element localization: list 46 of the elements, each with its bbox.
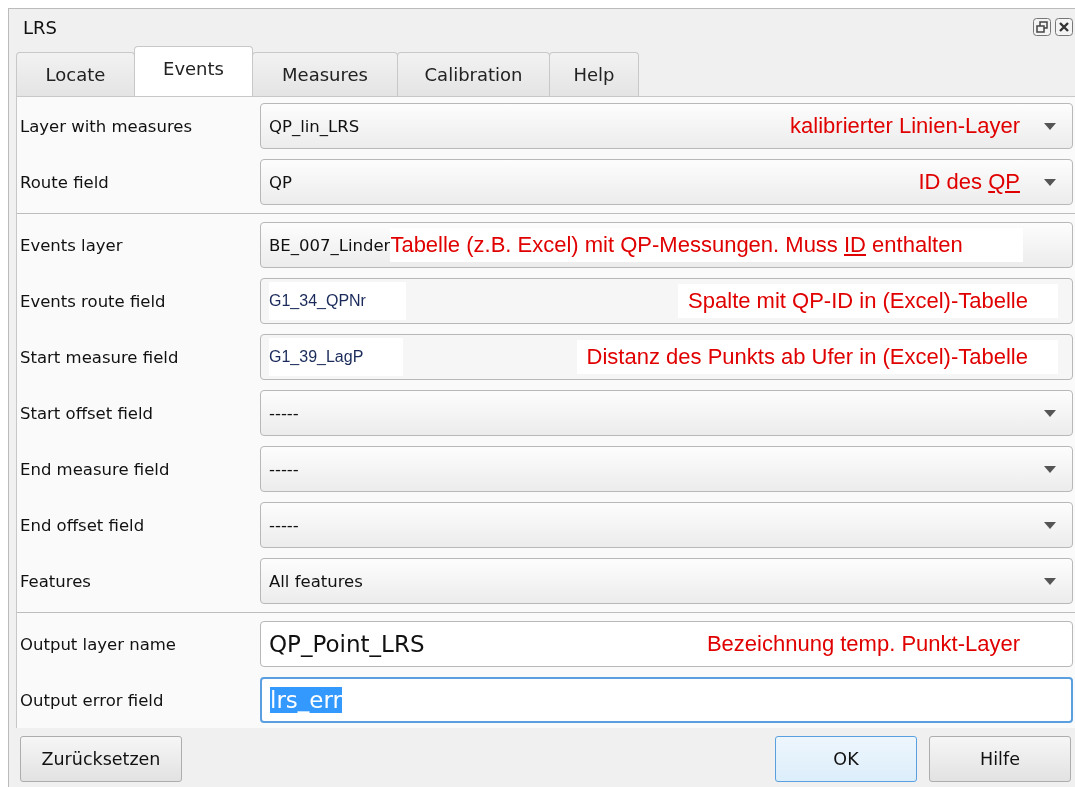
dropdown[interactable]: G1_34_QPNr Spalte mit QP-ID in (Excel)-Tabelle <box>260 278 1073 324</box>
dialog-button[interactable]: Hilfe <box>929 736 1071 782</box>
tab[interactable]: Help <box>549 52 639 96</box>
tab[interactable]: Calibration <box>397 52 550 96</box>
annotation-text: kalibrierter Linien-Layer <box>790 113 1020 139</box>
dropdown[interactable]: G1_39_LagP Distanz des Punkts ab Ufer in (Excel)-Tabelle <box>260 334 1073 380</box>
dropdown-arrow-icon <box>1044 123 1056 130</box>
dropdown[interactable]: ----- <box>260 502 1073 548</box>
close-icon[interactable] <box>1055 18 1073 36</box>
annotation-text: Distanz des Punkts ab Ufer in (Excel)-Tabelle <box>576 340 1058 374</box>
tab[interactable]: Measures <box>252 52 398 96</box>
field-label: End measure field <box>19 459 171 479</box>
dropdown[interactable]: ----- <box>260 390 1073 436</box>
tab[interactable]: Events <box>134 46 253 96</box>
dropdown[interactable]: ----- <box>260 446 1073 492</box>
annotation-text: ID des QP <box>918 169 1020 195</box>
field-value: QP_Point_LRS <box>269 631 425 657</box>
annotation-text: Spalte mit QP-ID in (Excel)-Tabelle <box>678 284 1058 318</box>
dropdown[interactable]: QP_lin_LRS kalibrierter Linien-Layer <box>260 103 1073 149</box>
dropdown-arrow-icon <box>1044 410 1056 417</box>
restore-icon[interactable] <box>1033 18 1051 36</box>
dialog-button[interactable]: OK <box>775 736 917 782</box>
field-label: Start offset field <box>19 403 155 423</box>
field-value: lrs_err <box>270 687 342 713</box>
input-field[interactable]: QP_Point_LRS Bezeichnung temp. Punkt-Layer <box>260 621 1073 667</box>
dropdown[interactable]: All features <box>260 558 1073 604</box>
dropdown-arrow-icon <box>1044 578 1056 585</box>
dropdown-arrow-icon <box>1044 522 1056 529</box>
tab[interactable]: Locate <box>16 52 135 96</box>
field-label: Layer with measures <box>19 116 194 136</box>
field-label: Events route field <box>19 291 167 311</box>
field-label: Route field <box>19 172 110 192</box>
field-label: End offset field <box>19 515 146 535</box>
window-title: LRS <box>23 16 57 38</box>
field-label: Output layer name <box>19 634 177 654</box>
dropdown-arrow-icon <box>1044 179 1056 186</box>
field-label: Output error field <box>19 690 165 710</box>
dropdown[interactable]: QP ID des QP <box>260 159 1073 205</box>
annotation-text: Tabelle (z.B. Excel) mit QP-Messungen. Muss ID enthalten <box>390 228 1023 262</box>
dialog-button[interactable]: Zurücksetzen <box>20 736 182 782</box>
field-label: Events layer <box>19 235 124 255</box>
field-label: Features <box>19 571 92 591</box>
dropdown[interactable]: BE_007_LinderTabelle (z.B. Excel) mit QP-Messungen. Muss ID enthalten <box>260 222 1073 268</box>
annotation-text: Bezeichnung temp. Punkt-Layer <box>706 631 1020 657</box>
dropdown-arrow-icon <box>1044 466 1056 473</box>
field-label: Start measure field <box>19 347 180 367</box>
